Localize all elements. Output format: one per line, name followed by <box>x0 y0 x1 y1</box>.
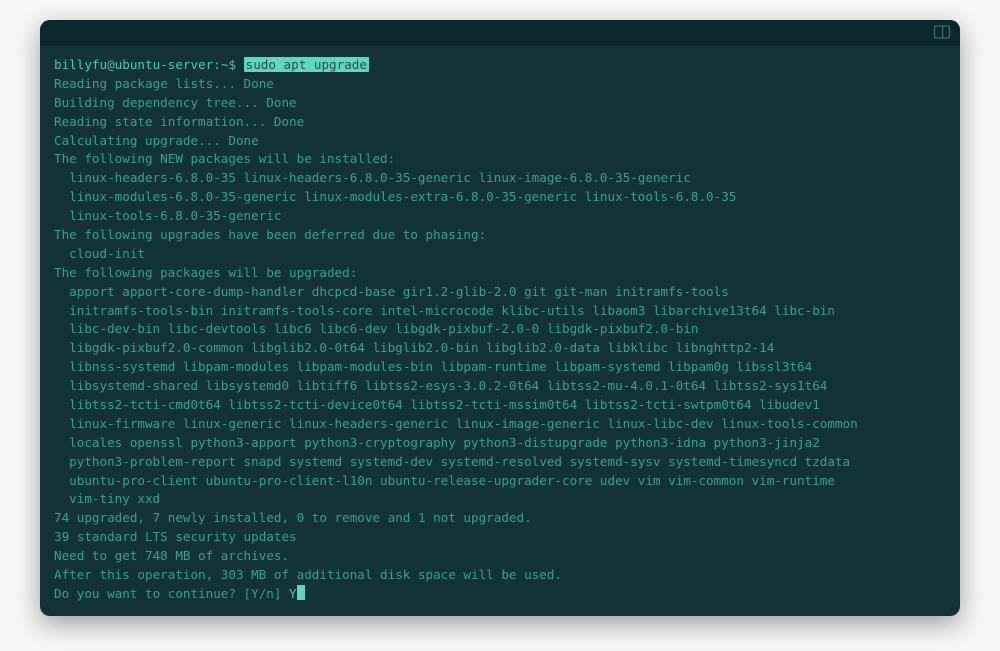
titlebar <box>40 20 960 46</box>
output-line: libtss2-tcti-cmd0t64 libtss2-tcti-device… <box>54 396 946 415</box>
output-line: The following NEW packages will be insta… <box>54 150 946 169</box>
output-line: The following upgrades have been deferre… <box>54 226 946 245</box>
output-line: Building dependency tree... Done <box>54 94 946 113</box>
prompt-symbol: $ <box>228 57 236 72</box>
output-line: cloud-init <box>54 245 946 264</box>
output-line: Reading package lists... Done <box>54 75 946 94</box>
output-line: Reading state information... Done <box>54 113 946 132</box>
output-line: linux-firmware linux-generic linux-heade… <box>54 415 946 434</box>
terminal-window: billyfu@ubuntu-server:~$ sudo apt upgrad… <box>40 20 960 616</box>
output-line: After this operation, 303 MB of addition… <box>54 566 946 585</box>
continue-question: Do you want to continue? [Y/n] <box>54 586 289 601</box>
prompt-colon: : <box>213 57 221 72</box>
prompt-continue: Do you want to continue? [Y/n] Y <box>54 585 946 604</box>
output-line: apport apport-core-dump-handler dhcpcd-b… <box>54 283 946 302</box>
output-line: libsystemd-shared libsystemd0 libtiff6 l… <box>54 377 946 396</box>
output-line: ubuntu-pro-client ubuntu-pro-client-l10n… <box>54 472 946 491</box>
prompt-at: @ <box>107 57 115 72</box>
output-line: libgdk-pixbuf2.0-common libglib2.0-0t64 … <box>54 339 946 358</box>
output-line: 39 standard LTS security updates <box>54 528 946 547</box>
output-line: linux-modules-6.8.0-35-generic linux-mod… <box>54 188 946 207</box>
output-line: linux-headers-6.8.0-35 linux-headers-6.8… <box>54 169 946 188</box>
output-line: Need to get 748 MB of archives. <box>54 547 946 566</box>
output-line: linux-tools-6.8.0-35-generic <box>54 207 946 226</box>
output-line: 74 upgraded, 7 newly installed, 0 to rem… <box>54 509 946 528</box>
terminal-body[interactable]: billyfu@ubuntu-server:~$ sudo apt upgrad… <box>40 46 960 616</box>
output-line: libnss-systemd libpam-modules libpam-mod… <box>54 358 946 377</box>
output-line: initramfs-tools-bin initramfs-tools-core… <box>54 302 946 321</box>
cursor-icon <box>297 585 305 600</box>
prompt-line: billyfu@ubuntu-server:~$ sudo apt upgrad… <box>54 56 946 75</box>
prompt-user: billyfu <box>54 57 107 72</box>
output-line: libc-dev-bin libc-devtools libc6 libc6-d… <box>54 320 946 339</box>
output-line: vim-tiny xxd <box>54 490 946 509</box>
split-panes-icon[interactable] <box>934 24 950 43</box>
output-line: locales openssl python3-apport python3-c… <box>54 434 946 453</box>
entered-command: sudo apt upgrade <box>244 57 369 72</box>
prompt-host: ubuntu-server <box>115 57 214 72</box>
output-line: python3-problem-report snapd systemd sys… <box>54 453 946 472</box>
output-line: Calculating upgrade... Done <box>54 132 946 151</box>
user-input: Y <box>289 586 297 601</box>
output-line: The following packages will be upgraded: <box>54 264 946 283</box>
